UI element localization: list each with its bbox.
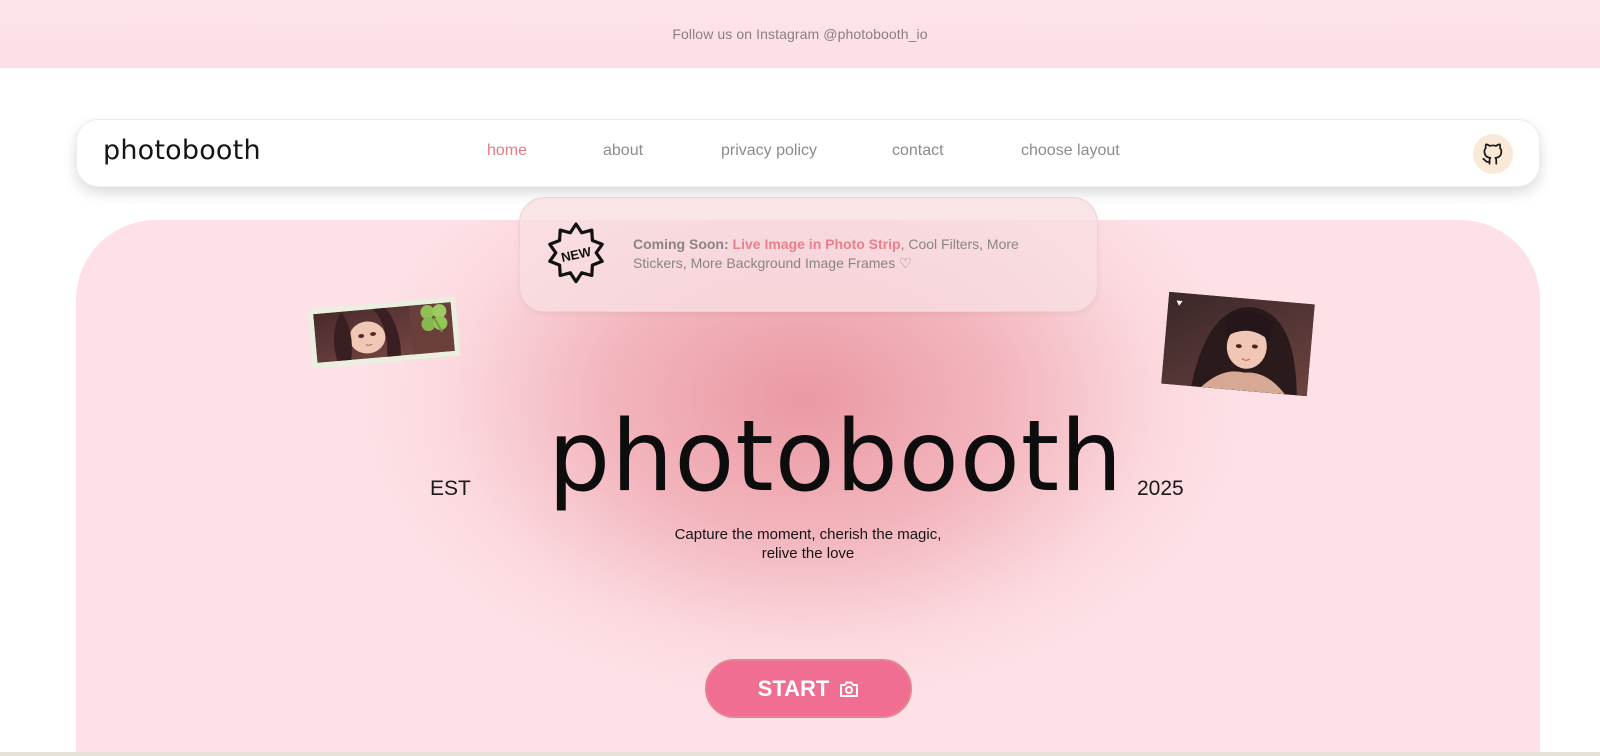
est-label: EST xyxy=(430,477,471,500)
announcement-lead: Coming Soon: xyxy=(633,236,729,252)
announcement-highlight: Live Image in Photo Strip xyxy=(732,236,901,252)
nav-link-privacy-policy[interactable]: privacy policy xyxy=(721,142,817,160)
nav-link-contact[interactable]: contact xyxy=(892,142,944,160)
github-button[interactable] xyxy=(1473,134,1513,174)
nav-links: home about privacy policy contact choose… xyxy=(77,120,1539,186)
tagline-line-2: relive the love xyxy=(761,545,855,562)
announcement-text: Coming Soon: Live Image in Photo Strip, … xyxy=(633,235,1073,273)
nav-link-home[interactable]: home xyxy=(487,142,527,160)
coming-soon-banner: NEW Coming Soon: Live Image in Photo Str… xyxy=(519,197,1098,312)
tagline-line-1: Capture the moment, cherish the magic, xyxy=(674,526,942,543)
navbar: photobooth home about privacy policy con… xyxy=(76,119,1540,187)
bottom-divider xyxy=(0,752,1600,756)
new-badge-icon: NEW xyxy=(548,222,604,284)
clover-icon xyxy=(420,304,448,333)
instagram-follow-text[interactable]: Follow us on Instagram @photobooth_io xyxy=(672,26,927,42)
photo-strip-right xyxy=(1161,291,1315,397)
nav-link-about[interactable]: about xyxy=(603,142,643,160)
est-year: 2025 xyxy=(1137,477,1184,500)
start-button[interactable]: START xyxy=(705,659,912,718)
nav-link-choose-layout[interactable]: choose layout xyxy=(1021,142,1120,160)
hero-tagline: Capture the moment, cherish the magic, r… xyxy=(600,525,1016,563)
start-button-label: START xyxy=(757,675,830,701)
new-badge-text: NEW xyxy=(560,244,593,265)
hero-title: photobooth xyxy=(548,400,1124,514)
anime-girl-photo-right xyxy=(1161,291,1315,397)
github-icon xyxy=(1482,143,1503,165)
camera-icon xyxy=(840,681,859,697)
top-announcement-bar: Follow us on Instagram @photobooth_io xyxy=(0,0,1600,68)
